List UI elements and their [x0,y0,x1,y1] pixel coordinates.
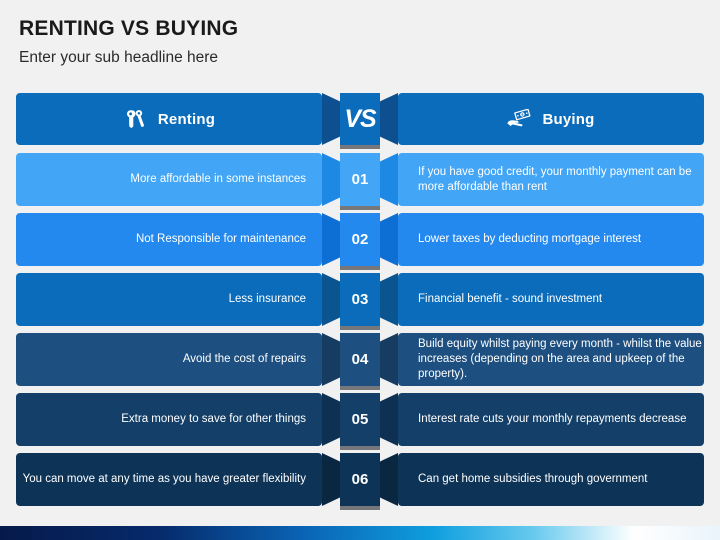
row-renting-text: Avoid the cost of repairs [182,353,306,365]
table-row: You can move at any time as you have gre… [0,453,720,513]
row-badge-wing-right [379,393,398,446]
row-renting-text: Not Responsible for maintenance [135,233,306,245]
row-renting-text: Extra money to save for other things [121,413,306,425]
table-row: Extra money to save for other things 05 In… [0,393,720,453]
keys-icon [123,109,147,129]
page-subtitle: Enter your sub headline here [19,49,219,66]
footer-accent-bar [0,526,720,540]
column-header-renting: Renting [16,93,322,145]
table-row: More affordable in some instances 01 If yo… [0,153,720,213]
vs-badge: VS [322,93,398,149]
row-renting-cell: More affordable in some instances [16,153,322,206]
row-buying-text: If you have good credit, your monthly pa… [418,165,692,193]
row-renting-cell: Extra money to save for other things [16,393,322,446]
column-header-buying: $ Buying [398,93,704,145]
row-renting-cell: Avoid the cost of repairs [16,333,322,386]
row-badge-wing-left [322,153,341,206]
row-renting-cell: You can move at any time as you have gre… [16,453,322,506]
row-badge-wing-right [379,333,398,386]
row-number-badge: 02 [322,213,398,270]
table-header-row: Renting VS $ Buying [0,93,720,153]
row-number-badge: 01 [322,153,398,210]
row-number-label: 02 [340,213,380,270]
row-number-label: 01 [340,153,380,210]
table-row: Avoid the cost of repairs 04 Build equity … [0,333,720,393]
row-badge-wing-right [379,153,398,206]
column-header-buying-label: Buying [542,110,595,128]
row-renting-text: Less insurance [228,293,306,305]
row-number-badge: 03 [322,273,398,330]
comparison-table: Renting VS $ Buying More affordable in s… [0,93,720,513]
page-title: RENTING VS BUYING [19,17,239,40]
row-buying-cell: Financial benefit - sound investment [398,273,704,326]
row-number-badge: 06 [322,453,398,510]
row-buying-text: Interest rate cuts your monthly repaymen… [418,413,687,425]
vs-badge-wing-right [379,93,398,145]
table-row: Not Responsible for maintenance 02 Lower t… [0,213,720,273]
row-number-label: 03 [340,273,380,330]
vs-label: VS [344,104,376,133]
row-badge-wing-left [322,273,341,326]
vs-badge-core: VS [340,93,380,149]
row-number-label: 06 [340,453,380,510]
row-badge-wing-left [322,393,341,446]
row-buying-text: Can get home subsidies through governmen… [418,473,648,485]
money-hand-icon: $ [507,108,531,129]
row-number-label: 04 [340,333,380,390]
row-buying-cell: Lower taxes by deducting mortgage intere… [398,213,704,266]
row-buying-text: Financial benefit - sound investment [418,293,603,305]
row-badge-wing-left [322,333,341,386]
row-number-label: 05 [340,393,380,450]
row-renting-cell: Not Responsible for maintenance [16,213,322,266]
row-buying-cell: Build equity whilst paying every month -… [398,333,704,386]
vs-badge-wing-left [322,93,341,145]
row-renting-cell: Less insurance [16,273,322,326]
row-buying-cell: Can get home subsidies through governmen… [398,453,704,506]
row-number-badge: 05 [322,393,398,450]
table-row: Less insurance 03 Financial benefit - soun… [0,273,720,333]
column-header-renting-label: Renting [157,110,216,128]
row-buying-cell: Interest rate cuts your monthly repaymen… [398,393,704,446]
row-badge-wing-right [379,453,398,506]
row-badge-wing-right [379,273,398,326]
row-number-badge: 04 [322,333,398,390]
row-badge-wing-left [322,213,341,266]
row-renting-text: You can move at any time as you have gre… [22,473,306,485]
row-buying-text: Lower taxes by deducting mortgage intere… [418,233,642,245]
row-badge-wing-left [322,453,341,506]
row-renting-text: More affordable in some instances [130,173,306,185]
row-buying-text: Build equity whilst paying every month -… [418,338,702,380]
row-buying-cell: If you have good credit, your monthly pa… [398,153,704,206]
row-badge-wing-right [379,213,398,266]
